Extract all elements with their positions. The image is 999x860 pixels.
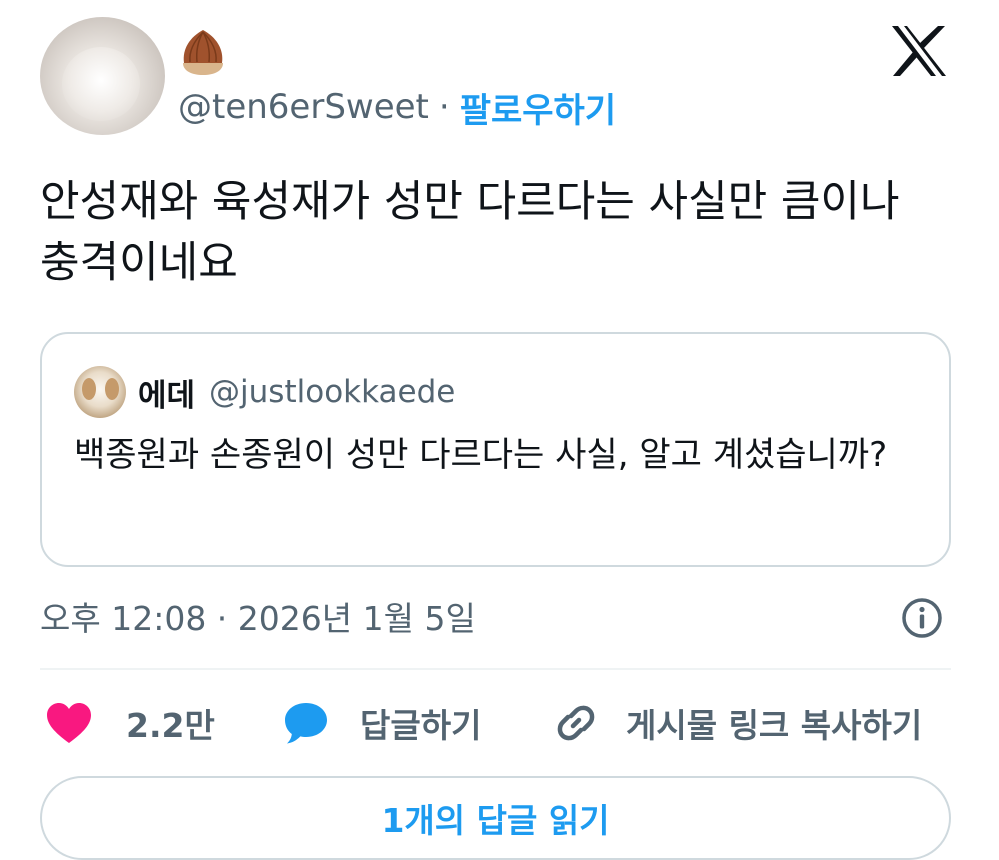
reply-button[interactable]: 답글하기	[282, 700, 481, 746]
heart-icon	[47, 703, 91, 743]
quote-author-name: 에데	[138, 377, 196, 414]
quote-author-handle: @justlookkaede	[209, 374, 456, 410]
author-avatar[interactable]	[40, 17, 165, 135]
link-icon	[557, 705, 595, 741]
like-count: 2.2만	[126, 706, 215, 745]
speech-bubble-icon	[285, 703, 327, 744]
follow-button[interactable]: 팔로우하기	[460, 83, 616, 132]
quote-author-row: 에데 @justlookkaede	[138, 370, 455, 414]
read-replies-button[interactable]: 1개의 답글 읽기	[40, 776, 951, 860]
like-button[interactable]: 2.2만	[44, 700, 215, 746]
quote-text: 백종원과 손종원이 성만 다르다는 사실, 알고 계셨습니까?	[74, 435, 888, 475]
chestnut-emoji-icon	[183, 30, 223, 75]
x-logo-icon[interactable]	[890, 24, 948, 78]
copy-link-label: 게시물 링크 복사하기	[626, 706, 923, 745]
copy-link-button[interactable]: 게시물 링크 복사하기	[552, 700, 922, 746]
tweet-timestamp[interactable]: 오후 12:08 · 2026년 1월 5일	[40, 592, 476, 640]
hamster-avatar-icon	[62, 47, 140, 121]
separator-dot: ·	[438, 87, 450, 127]
tweet-text: 안성재와 육성재가 성만 다르다는 사실만 큼이나 충격이네요	[40, 177, 900, 288]
author-handle-row: @ten6erSweet · 팔로우하기	[178, 83, 616, 132]
puppy-avatar-icon	[82, 378, 96, 400]
quote-avatar[interactable]	[74, 366, 126, 418]
author-handle[interactable]: @ten6erSweet	[178, 87, 429, 127]
puppy-ear	[105, 378, 119, 400]
reply-label: 답글하기	[360, 706, 482, 745]
divider	[40, 668, 951, 670]
info-icon[interactable]	[900, 596, 944, 640]
